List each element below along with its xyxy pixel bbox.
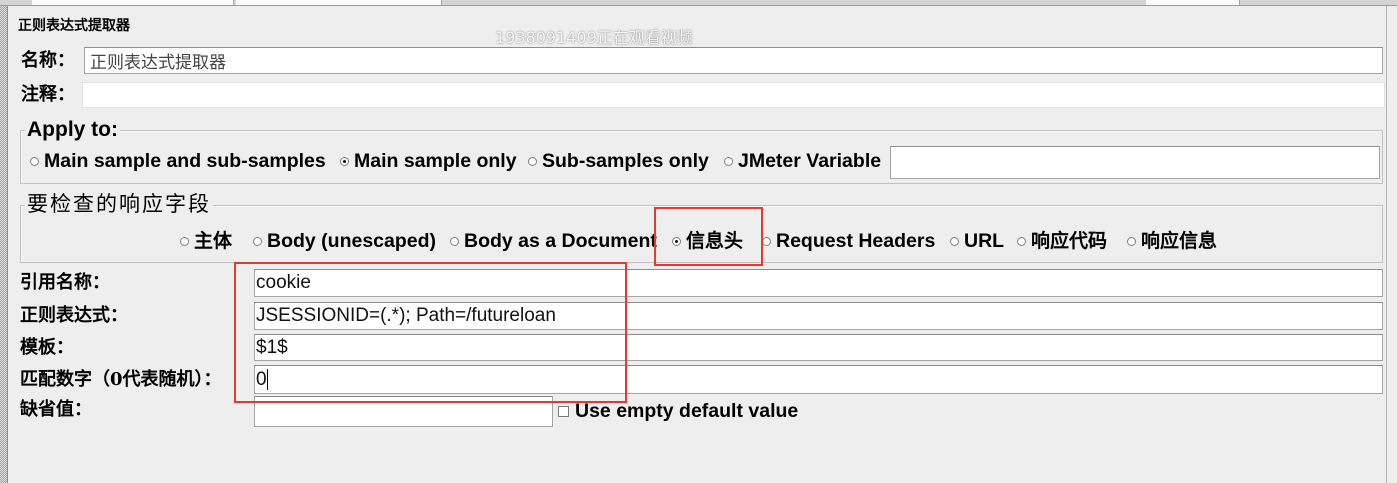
comments-label: 注释： xyxy=(21,84,75,105)
panel-splitter[interactable] xyxy=(0,6,7,483)
radio-body-unescaped[interactable]: Body (unescaped) xyxy=(253,231,436,251)
radio-button-icon[interactable] xyxy=(762,236,771,246)
default-value-label: 缺省值： xyxy=(20,399,92,420)
text-caret xyxy=(267,369,268,390)
radio-label: Main sample and sub-samples xyxy=(44,150,326,172)
radio-label: 主体 xyxy=(194,230,233,252)
tab-edge xyxy=(236,0,442,5)
checkbox-label: Use empty default value xyxy=(575,400,799,422)
radio-label: Sub-samples only xyxy=(542,150,709,172)
radio-button-icon[interactable] xyxy=(672,236,681,246)
radio-button-icon[interactable] xyxy=(528,156,537,166)
radio-button-icon[interactable] xyxy=(180,236,189,246)
watermark-text: 1938091409正在观看视频 xyxy=(495,28,693,47)
radio-main-sample-and-sub-samples[interactable]: Main sample and sub-samples xyxy=(30,151,326,171)
radio-sub-samples-only[interactable]: Sub-samples only xyxy=(528,151,709,171)
regex-label: 正则表达式： xyxy=(20,305,128,326)
panel-border-left xyxy=(7,6,8,483)
panel-border-right xyxy=(1386,6,1387,483)
radio-button-icon[interactable] xyxy=(30,156,39,166)
match-number-label: 匹配数字（0代表随机）： xyxy=(20,369,222,390)
top-tab-strip xyxy=(0,0,1397,6)
comments-input[interactable] xyxy=(82,82,1385,108)
radio-button-icon[interactable] xyxy=(950,236,959,246)
radio-response-message[interactable]: 响应信息 xyxy=(1127,231,1217,251)
radio-label: 信息头 xyxy=(686,230,744,252)
radio-response-code[interactable]: 响应代码 xyxy=(1017,231,1107,251)
radio-response-headers[interactable]: 信息头 xyxy=(672,231,743,251)
radio-button-icon[interactable] xyxy=(724,156,733,166)
radio-request-headers[interactable]: Request Headers xyxy=(762,231,935,251)
radio-label: Request Headers xyxy=(776,230,936,252)
regex-input[interactable] xyxy=(254,302,1383,330)
radio-body[interactable]: 主体 xyxy=(180,231,232,251)
radio-button-icon[interactable] xyxy=(253,236,262,246)
template-input[interactable] xyxy=(254,334,1383,361)
use-empty-default-checkbox[interactable]: Use empty default value xyxy=(558,400,798,422)
tab-edge xyxy=(32,0,234,5)
radio-label: Body (unescaped) xyxy=(267,230,437,252)
default-value-input[interactable] xyxy=(254,396,553,427)
reference-name-input[interactable] xyxy=(254,269,1383,297)
jmeter-variable-input[interactable] xyxy=(890,146,1380,179)
name-input[interactable] xyxy=(84,47,1383,74)
match-number-input[interactable] xyxy=(254,365,1383,394)
template-label: 模板： xyxy=(20,337,74,358)
radio-body-as-document[interactable]: Body as a Document xyxy=(450,231,657,251)
radio-button-icon[interactable] xyxy=(340,156,349,166)
radio-button-icon[interactable] xyxy=(1127,236,1136,246)
radio-label: URL xyxy=(964,230,1005,252)
radio-label: Main sample only xyxy=(354,150,517,172)
radio-main-sample-only[interactable]: Main sample only xyxy=(340,151,517,171)
apply-to-title: Apply to: xyxy=(25,118,120,142)
radio-label: JMeter Variable xyxy=(738,150,882,172)
tab-edge xyxy=(1146,0,1240,5)
name-label: 名称： xyxy=(21,50,75,71)
radio-label: 响应代码 xyxy=(1031,230,1108,252)
radio-jmeter-variable[interactable]: JMeter Variable xyxy=(724,151,881,171)
field-to-check-title: 要检查的响应字段 xyxy=(25,191,213,217)
radio-label: 响应信息 xyxy=(1141,230,1218,252)
panel-title: 正则表达式提取器 xyxy=(18,18,130,34)
reference-name-label: 引用名称： xyxy=(20,272,110,293)
radio-button-icon[interactable] xyxy=(450,236,459,246)
radio-url[interactable]: URL xyxy=(950,231,1004,251)
radio-button-icon[interactable] xyxy=(1017,236,1026,246)
radio-label: Body as a Document xyxy=(464,230,657,252)
checkbox-icon[interactable] xyxy=(558,405,569,417)
